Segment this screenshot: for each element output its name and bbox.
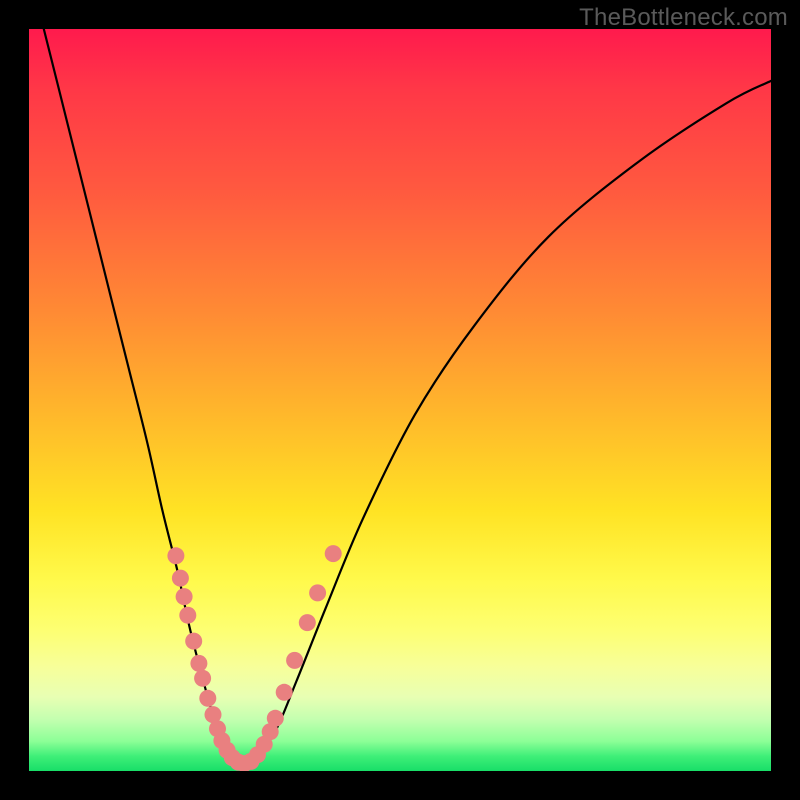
scatter-dot xyxy=(276,684,293,701)
scatter-points xyxy=(167,545,341,771)
scatter-dot xyxy=(325,545,342,562)
scatter-dot xyxy=(179,607,196,624)
scatter-dot xyxy=(190,655,207,672)
scatter-dot xyxy=(167,547,184,564)
scatter-dot xyxy=(199,690,216,707)
plot-area xyxy=(29,29,771,771)
bottleneck-curve xyxy=(44,29,771,763)
scatter-dot xyxy=(299,614,316,631)
scatter-dot xyxy=(185,633,202,650)
scatter-dot xyxy=(194,670,211,687)
scatter-dot xyxy=(286,652,303,669)
scatter-dot xyxy=(176,588,193,605)
scatter-dot xyxy=(267,710,284,727)
scatter-dot xyxy=(309,584,326,601)
curve-layer xyxy=(29,29,771,771)
scatter-dot xyxy=(172,570,189,587)
watermark-text: TheBottleneck.com xyxy=(579,4,788,32)
chart-frame: TheBottleneck.com xyxy=(0,0,800,800)
